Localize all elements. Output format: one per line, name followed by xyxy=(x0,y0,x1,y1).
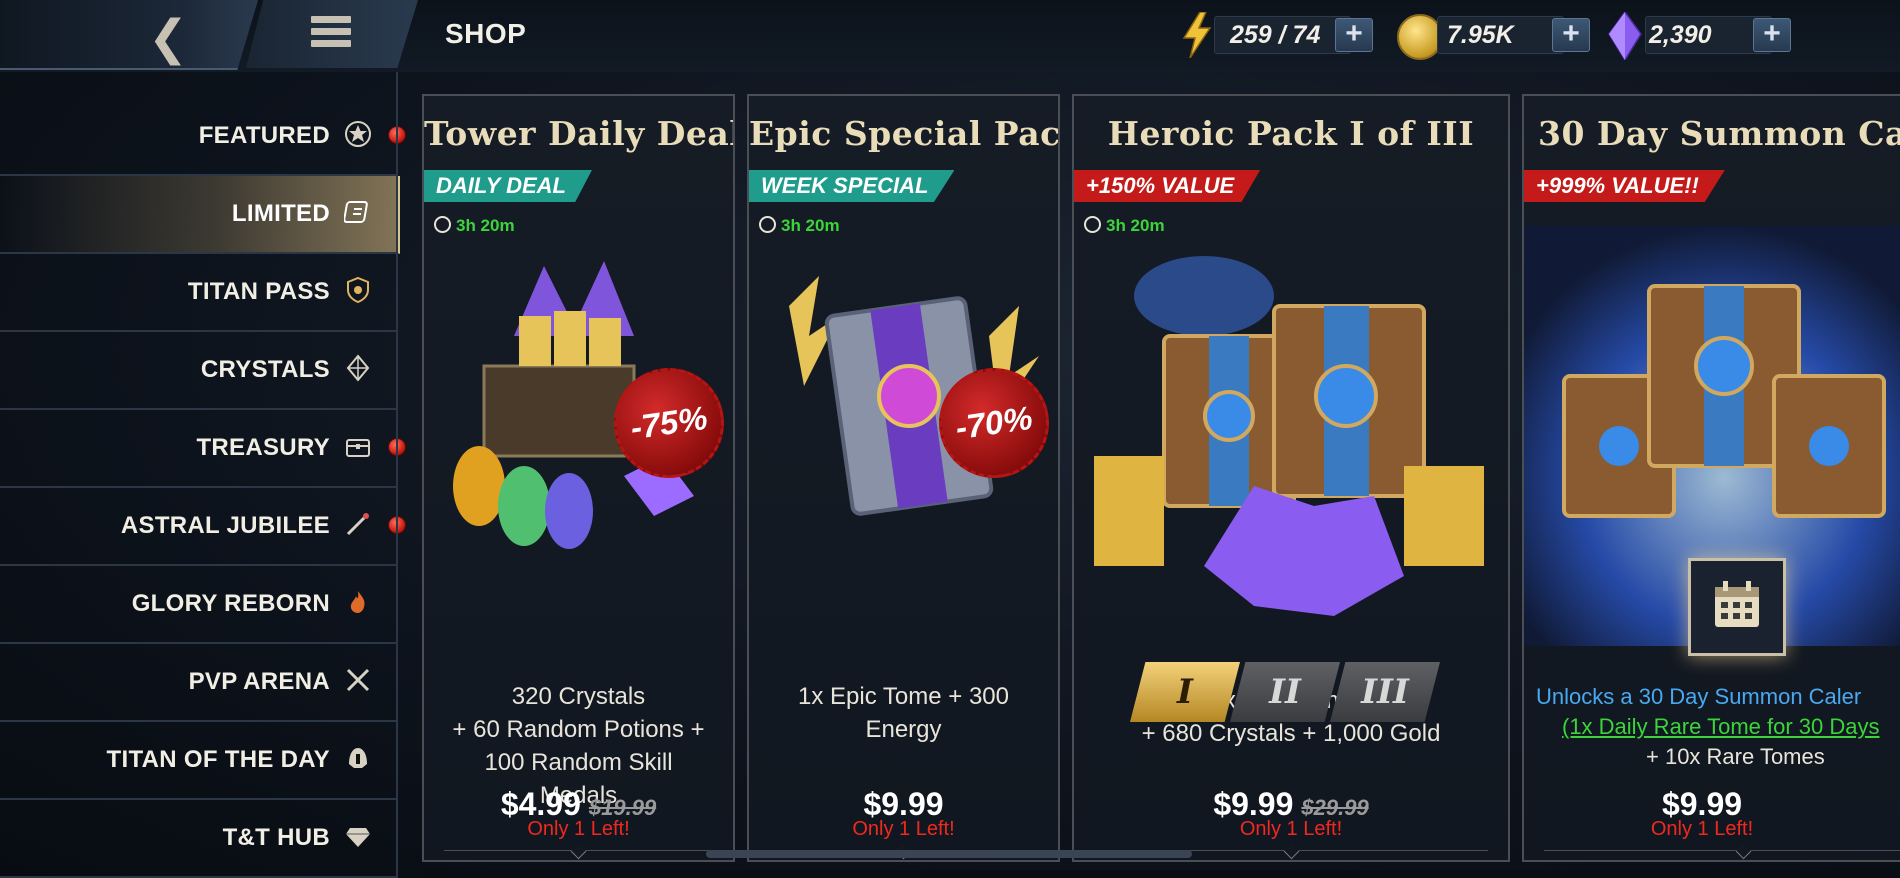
tier-button-3[interactable]: III xyxy=(1330,662,1440,722)
price-label: $9.99 xyxy=(863,786,944,822)
menu-button[interactable] xyxy=(246,0,418,68)
add-gold-button[interactable]: + xyxy=(1552,18,1590,52)
shield-crest-icon xyxy=(347,276,369,304)
back-button[interactable]: ❮ xyxy=(0,0,258,70)
offer-ribbon: +999% VALUE!! xyxy=(1524,170,1725,202)
wand-icon xyxy=(346,513,369,536)
price-label: $4.99 $19.99 xyxy=(500,786,657,822)
divider-arrow xyxy=(1283,843,1300,860)
price-label: $9.99 $29.99 xyxy=(1213,786,1369,822)
page-title: SHOP xyxy=(445,18,527,49)
sidebar-divider xyxy=(396,72,398,878)
helmet-icon xyxy=(349,748,367,768)
plus-icon: + xyxy=(1345,17,1363,50)
offer-title: 30 Day Summon Calenc xyxy=(1538,114,1900,153)
sidebar-item-label: TITAN PASS xyxy=(187,278,330,305)
lightning-icon xyxy=(1182,12,1212,58)
offer-card-heroic-pack[interactable]: Heroic Pack I of III +150% VALUE 3h 20m … xyxy=(1072,94,1510,862)
chevron-left-icon: ❮ xyxy=(148,10,189,66)
energy-counter: 259 / 74 + xyxy=(1180,12,1376,58)
tier-selector: I II III xyxy=(1130,662,1460,722)
sidebar-item-label: LIMITED xyxy=(231,200,330,227)
crystal-icon xyxy=(1608,12,1642,60)
crystal-counter: 2,390 + xyxy=(1607,12,1797,60)
sidebar-item-treasury[interactable]: TREASURY xyxy=(0,410,406,488)
offer-card-30-day-summon-calendar[interactable]: 30 Day Summon Calenc +999% VALUE!! Unloc… xyxy=(1522,94,1900,862)
shop-sidebar: FEATURED LIMITED TITAN PASS CRYSTALS TRE… xyxy=(0,72,406,878)
sidebar-item-glory-reborn[interactable]: GLORY REBORN xyxy=(0,566,396,644)
plus-icon: + xyxy=(1562,17,1580,50)
add-energy-button[interactable]: + xyxy=(1335,18,1373,52)
original-price: $19.99 xyxy=(588,795,657,820)
clock-icon xyxy=(434,216,451,233)
crossed-swords-icon xyxy=(346,668,370,692)
offer-timer: 3h 20m xyxy=(1084,216,1165,236)
divider-arrow xyxy=(570,843,587,860)
sidebar-item-label: GLORY REBORN xyxy=(131,590,330,617)
sidebar-item-label: PVP ARENA xyxy=(188,668,330,695)
sidebar-item-label: TITAN OF THE DAY xyxy=(106,746,330,773)
sidebar-item-astral-jubilee[interactable]: ASTRAL JUBILEE xyxy=(0,488,406,566)
sidebar-item-tt-hub[interactable]: T&T HUB xyxy=(0,800,396,878)
offer-ribbon: DAILY DEAL xyxy=(424,170,592,202)
offer-title: Epic Special Pack xyxy=(749,114,1060,153)
star-badge-icon xyxy=(345,121,371,147)
crystal-icon xyxy=(346,354,370,382)
sidebar-item-titan-of-the-day[interactable]: TITAN OF THE DAY xyxy=(0,722,396,800)
clock-icon xyxy=(1084,216,1101,233)
scroll-icon xyxy=(344,201,368,223)
offer-title: Tower Daily Deal xyxy=(424,114,735,153)
sidebar-item-label: TREASURY xyxy=(196,434,330,461)
offer-title: Heroic Pack I of III xyxy=(1107,114,1475,153)
sidebar-item-label: ASTRAL JUBILEE xyxy=(120,512,330,539)
horizontal-scrollbar[interactable] xyxy=(706,850,1192,858)
treasure-chest-icon xyxy=(346,439,370,457)
sidebar-item-label: FEATURED xyxy=(198,122,330,149)
offer-ribbon: +150% VALUE xyxy=(1074,170,1261,202)
tier-button-2[interactable]: II xyxy=(1230,662,1340,722)
calendar-button[interactable] xyxy=(1688,558,1786,656)
plus-icon: + xyxy=(1763,17,1781,50)
divider-arrow xyxy=(1735,843,1752,860)
flame-icon xyxy=(350,591,365,613)
gold-value: 7.95K xyxy=(1447,21,1514,49)
daily-tome-link[interactable]: (1x Daily Rare Tome for 30 Days xyxy=(1536,712,1900,742)
clock-icon xyxy=(759,216,776,233)
sidebar-item-pvp-arena[interactable]: PVP ARENA xyxy=(0,644,396,722)
offer-description: 1x Epic Tome + 300 Energy xyxy=(797,683,1010,743)
offer-art-tomes-gold xyxy=(1094,256,1484,616)
sidebar-item-label: T&T HUB xyxy=(222,824,330,851)
original-price: $29.99 xyxy=(1301,795,1369,820)
sidebar-item-limited[interactable]: LIMITED xyxy=(0,176,400,254)
offer-ribbon: WEEK SPECIAL xyxy=(749,170,955,202)
diamond-icon xyxy=(346,828,370,847)
scroll-track xyxy=(424,870,1900,878)
gold-counter: 7.95K + xyxy=(1397,12,1593,60)
divider xyxy=(1544,850,1900,851)
offer-timer: 3h 20m xyxy=(759,216,840,236)
add-crystals-button[interactable]: + xyxy=(1753,18,1791,52)
offer-card-epic-special-pack[interactable]: Epic Special Pack WEEK SPECIAL 3h 20m -7… xyxy=(747,94,1060,862)
sidebar-item-featured[interactable]: FEATURED xyxy=(0,98,406,176)
sidebar-item-crystals[interactable]: CRYSTALS xyxy=(0,332,396,410)
offer-description: Unlocks a 30 Day Summon Caler (1x Daily … xyxy=(1536,682,1900,772)
sidebar-item-label: CRYSTALS xyxy=(200,356,330,383)
calendar-icon xyxy=(1715,581,1759,627)
crystal-value: 2,390 xyxy=(1649,21,1712,49)
energy-value: 259 / 74 xyxy=(1230,21,1321,49)
top-bar: ❮ SHOP 259 / 74 + 7.95K + 2,390 + xyxy=(0,0,1900,72)
hamburger-menu-icon xyxy=(311,16,351,52)
offer-timer: 3h 20m xyxy=(434,216,515,236)
sidebar-item-titan-pass[interactable]: TITAN PASS xyxy=(0,254,396,332)
tier-button-1[interactable]: I xyxy=(1130,662,1240,722)
offer-card-tower-daily-deal[interactable]: Tower Daily Deal DAILY DEAL 3h 20m -75% … xyxy=(422,94,735,862)
price-label: $9.99 xyxy=(1661,786,1743,822)
